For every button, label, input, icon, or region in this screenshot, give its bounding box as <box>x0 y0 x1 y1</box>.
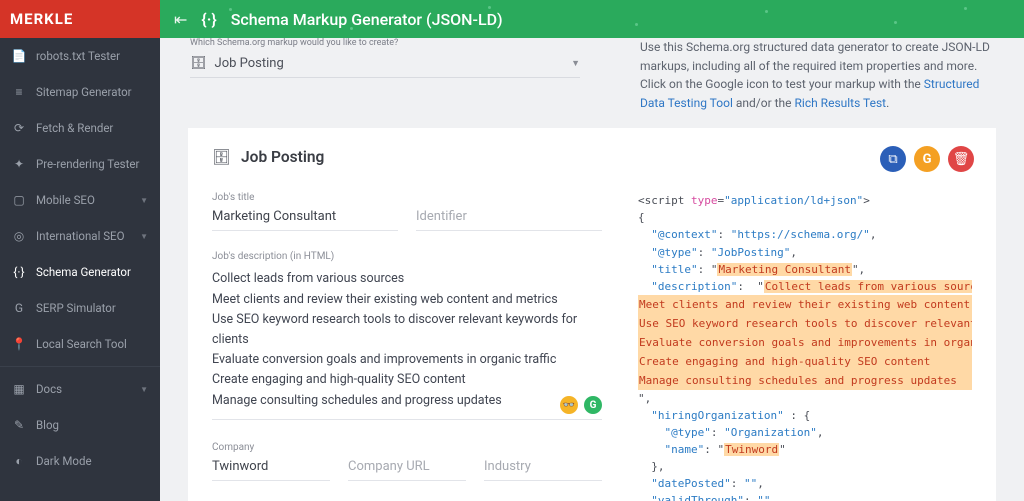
chevron-down-icon: ▼ <box>140 196 148 205</box>
description-line: Evaluate conversion goals and improvemen… <box>212 350 602 369</box>
sidebar-label: International SEO <box>36 229 130 243</box>
description-line: Collect leads from various sources <box>212 269 602 288</box>
sidebar: MERKLE 📄 robots.txt Tester ≡ Sitemap Genera… <box>0 0 160 501</box>
sidebar-item-fetch-render[interactable]: ⟳ Fetch & Render <box>0 110 160 146</box>
sidebar-icon: ▢ <box>12 193 26 207</box>
collapse-sidebar-icon[interactable]: ⇤ <box>174 10 187 29</box>
select-value: Job Posting <box>215 56 284 71</box>
input-job-title[interactable]: Marketing Consultant <box>212 205 398 231</box>
intro-text: Use this Schema.org structured data gene… <box>640 38 994 112</box>
form-column: Job's title Marketing Consultant Identif… <box>212 192 602 501</box>
content: Which Schema.org markup would you like t… <box>160 38 1024 501</box>
copy-button[interactable]: ⧉ <box>880 146 906 172</box>
input-description[interactable]: Collect leads from various sources Meet c… <box>212 264 602 420</box>
page-title: Schema Markup Generator (JSON-LD) <box>231 10 503 29</box>
briefcase-icon: 🗄 <box>212 148 231 166</box>
description-line: Use SEO keyword research tools to discov… <box>212 310 602 349</box>
input-company-url[interactable]: Company URL <box>348 455 466 481</box>
link-rrt[interactable]: Rich Results Test <box>795 96 887 110</box>
sidebar-item-robots-txt-tester[interactable]: 📄 robots.txt Tester <box>0 38 160 74</box>
sidebar-icon: ✎ <box>12 418 26 432</box>
sidebar-list: 📄 robots.txt Tester ≡ Sitemap Generator ⟳ Fet… <box>0 38 160 501</box>
sidebar-item-international-seo[interactable]: ◎ International SEO ▼ <box>0 218 160 254</box>
sidebar-icon: 📄 <box>12 49 26 63</box>
sidebar-icon: ✦ <box>12 157 26 171</box>
sidebar-item-docs[interactable]: ▦ Docs ▼ <box>0 371 160 407</box>
header: ⇤ {·} Schema Markup Generator (JSON-LD) <box>160 0 1024 38</box>
sidebar-label: SERP Simulator <box>36 301 148 315</box>
label-company: Company <box>212 442 330 453</box>
sidebar-icon: ▦ <box>12 382 26 396</box>
description-line: Meet clients and review their existing w… <box>212 290 602 309</box>
label-identifier <box>416 192 602 203</box>
sidebar-item-mobile-seo[interactable]: ▢ Mobile SEO ▼ <box>0 182 160 218</box>
sidebar-label: Docs <box>36 382 130 396</box>
sidebar-label: Sitemap Generator <box>36 85 148 99</box>
sidebar-item-dark-mode[interactable]: ◐ Dark Mode <box>0 443 160 479</box>
sidebar-label: Blog <box>36 418 148 432</box>
label-company-url <box>348 442 466 453</box>
chevron-down-icon: ▼ <box>140 232 148 241</box>
google-test-button[interactable]: G <box>914 146 940 172</box>
chevron-down-icon: ▼ <box>140 385 148 394</box>
delete-button[interactable]: 🗑 <box>948 146 974 172</box>
sidebar-label: Dark Mode <box>36 454 148 468</box>
sidebar-item-serp-simulator[interactable]: G SERP Simulator <box>0 290 160 326</box>
sidebar-item-sitemap-generator[interactable]: ≡ Sitemap Generator <box>0 74 160 110</box>
label-industry <box>484 442 602 453</box>
input-company[interactable]: Twinword <box>212 455 330 481</box>
description-line: Manage consulting schedules and progress… <box>212 391 602 410</box>
label-description: Job's description (in HTML) <box>212 251 602 262</box>
job-posting-card: 🗄 Job Posting ⧉ G 🗑 Job's title Marketi <box>188 128 996 501</box>
sidebar-icon: ≡ <box>12 85 26 99</box>
sidebar-label: Local Search Tool <box>36 337 148 351</box>
sidebar-icon: ⟳ <box>12 121 26 135</box>
label-job-title: Job's title <box>212 192 398 203</box>
code-preview: <script type="application/ld+json"> { "@… <box>638 192 972 501</box>
chevron-down-icon: ▼ <box>571 58 580 69</box>
sidebar-item-pre-rendering-tester[interactable]: ✦ Pre-rendering Tester <box>0 146 160 182</box>
emoji-badge[interactable]: 👓 <box>560 396 578 414</box>
sidebar-icon: 📍 <box>12 337 26 351</box>
schema-type-select[interactable]: 🗄 Job Posting ▼ <box>190 50 580 78</box>
logo: MERKLE <box>0 0 160 38</box>
sidebar-icon: ◐ <box>12 454 26 468</box>
card-title: Job Posting <box>241 148 324 166</box>
sidebar-item-blog[interactable]: ✎ Blog <box>0 407 160 443</box>
sidebar-label: Mobile SEO <box>36 193 130 207</box>
sidebar-icon: {·} <box>12 265 26 279</box>
sidebar-icon: ◎ <box>12 229 26 243</box>
briefcase-icon: 🗄 <box>190 56 207 71</box>
select-label: Which Schema.org markup would you like t… <box>190 38 580 48</box>
sidebar-label: Fetch & Render <box>36 121 148 135</box>
sidebar-item-schema-generator[interactable]: {·} Schema Generator <box>0 254 160 290</box>
grammarly-badge[interactable]: G <box>584 396 602 414</box>
sidebar-label: Schema Generator <box>36 265 148 279</box>
description-line: Create engaging and high-quality SEO con… <box>212 370 602 389</box>
braces-icon: {·} <box>201 10 216 29</box>
input-industry[interactable]: Industry <box>484 455 602 481</box>
code-column: <script type="application/ld+json"> { "@… <box>638 192 972 501</box>
sidebar-label: Pre-rendering Tester <box>36 157 148 171</box>
input-identifier[interactable]: Identifier <box>416 205 602 231</box>
sidebar-icon: G <box>12 301 26 315</box>
sidebar-label: robots.txt Tester <box>36 49 148 63</box>
sidebar-item-local-search-tool[interactable]: 📍 Local Search Tool <box>0 326 160 362</box>
